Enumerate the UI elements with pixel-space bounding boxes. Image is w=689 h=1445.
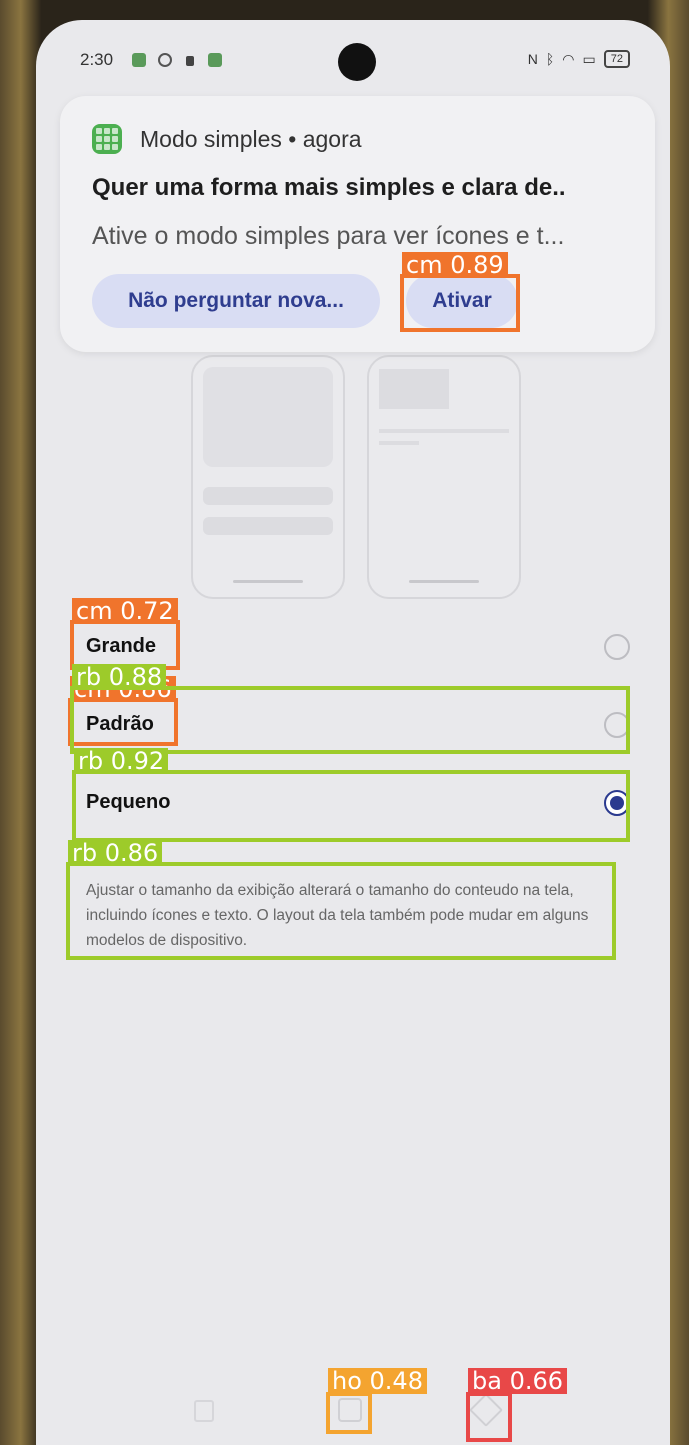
status-time: 2:30 — [80, 50, 114, 69]
preview-block — [379, 369, 449, 409]
preview-line — [379, 429, 509, 433]
app-notification-icon-2 — [208, 53, 222, 67]
detection-label: rb 0.92 — [74, 748, 169, 774]
sync-icon — [158, 53, 172, 67]
detection-box: cm 0.89 — [400, 252, 520, 332]
notification-title: Quer uma forma mais simples e clara de.. — [92, 174, 566, 201]
status-icons: N ᛒ ◠ ▭ 72 — [528, 50, 630, 68]
detection-label: ba 0.66 — [468, 1368, 568, 1394]
radio-button[interactable] — [604, 634, 630, 660]
detection-label: cm 0.89 — [402, 252, 508, 278]
preview-bar — [203, 517, 333, 535]
detection-label: cm 0.72 — [72, 598, 178, 624]
lock-icon — [186, 56, 194, 66]
wifi-icon: ◠ — [562, 50, 575, 67]
recent-apps-button[interactable] — [194, 1400, 214, 1422]
detection-label: ho 0.48 — [328, 1368, 427, 1394]
notification-body: Ative o modo simples para ver ícones e t… — [92, 222, 565, 250]
bluetooth-icon: ᛒ — [545, 51, 555, 67]
detection-box: rb 0.88 — [70, 664, 630, 754]
battery-icon: 72 — [603, 50, 630, 68]
preview-bar — [203, 487, 333, 505]
preview-app-grid — [203, 367, 333, 467]
simple-mode-notification[interactable]: Modo simples • agora Quer uma forma mais… — [60, 96, 655, 352]
detection-box: rb 0.92 — [72, 748, 630, 842]
dont-ask-again-button[interactable]: Não perguntar nova... — [92, 274, 380, 328]
preview-home-indicator — [233, 580, 303, 583]
preview-grid-layout — [191, 355, 345, 599]
sim-icon: ▭ — [582, 50, 596, 67]
status-bar: 2:30 N ᛒ ◠ ▭ 72 — [36, 20, 670, 100]
preview-list-layout — [367, 355, 521, 599]
notification-app-name: Modo simples • agora — [140, 126, 362, 152]
preview-home-indicator — [409, 580, 479, 583]
preview-line — [379, 441, 419, 445]
front-camera — [338, 43, 376, 81]
detection-box: ba 0.66 — [466, 1368, 568, 1442]
detection-box: rb 0.86 — [66, 840, 616, 960]
detection-label: rb 0.88 — [72, 664, 167, 690]
detection-box: ho 0.48 — [326, 1368, 427, 1434]
nfc-icon: N — [527, 51, 538, 67]
detection-label: rb 0.86 — [68, 840, 163, 866]
grid-app-icon — [92, 124, 122, 154]
app-notification-icon — [132, 53, 146, 67]
